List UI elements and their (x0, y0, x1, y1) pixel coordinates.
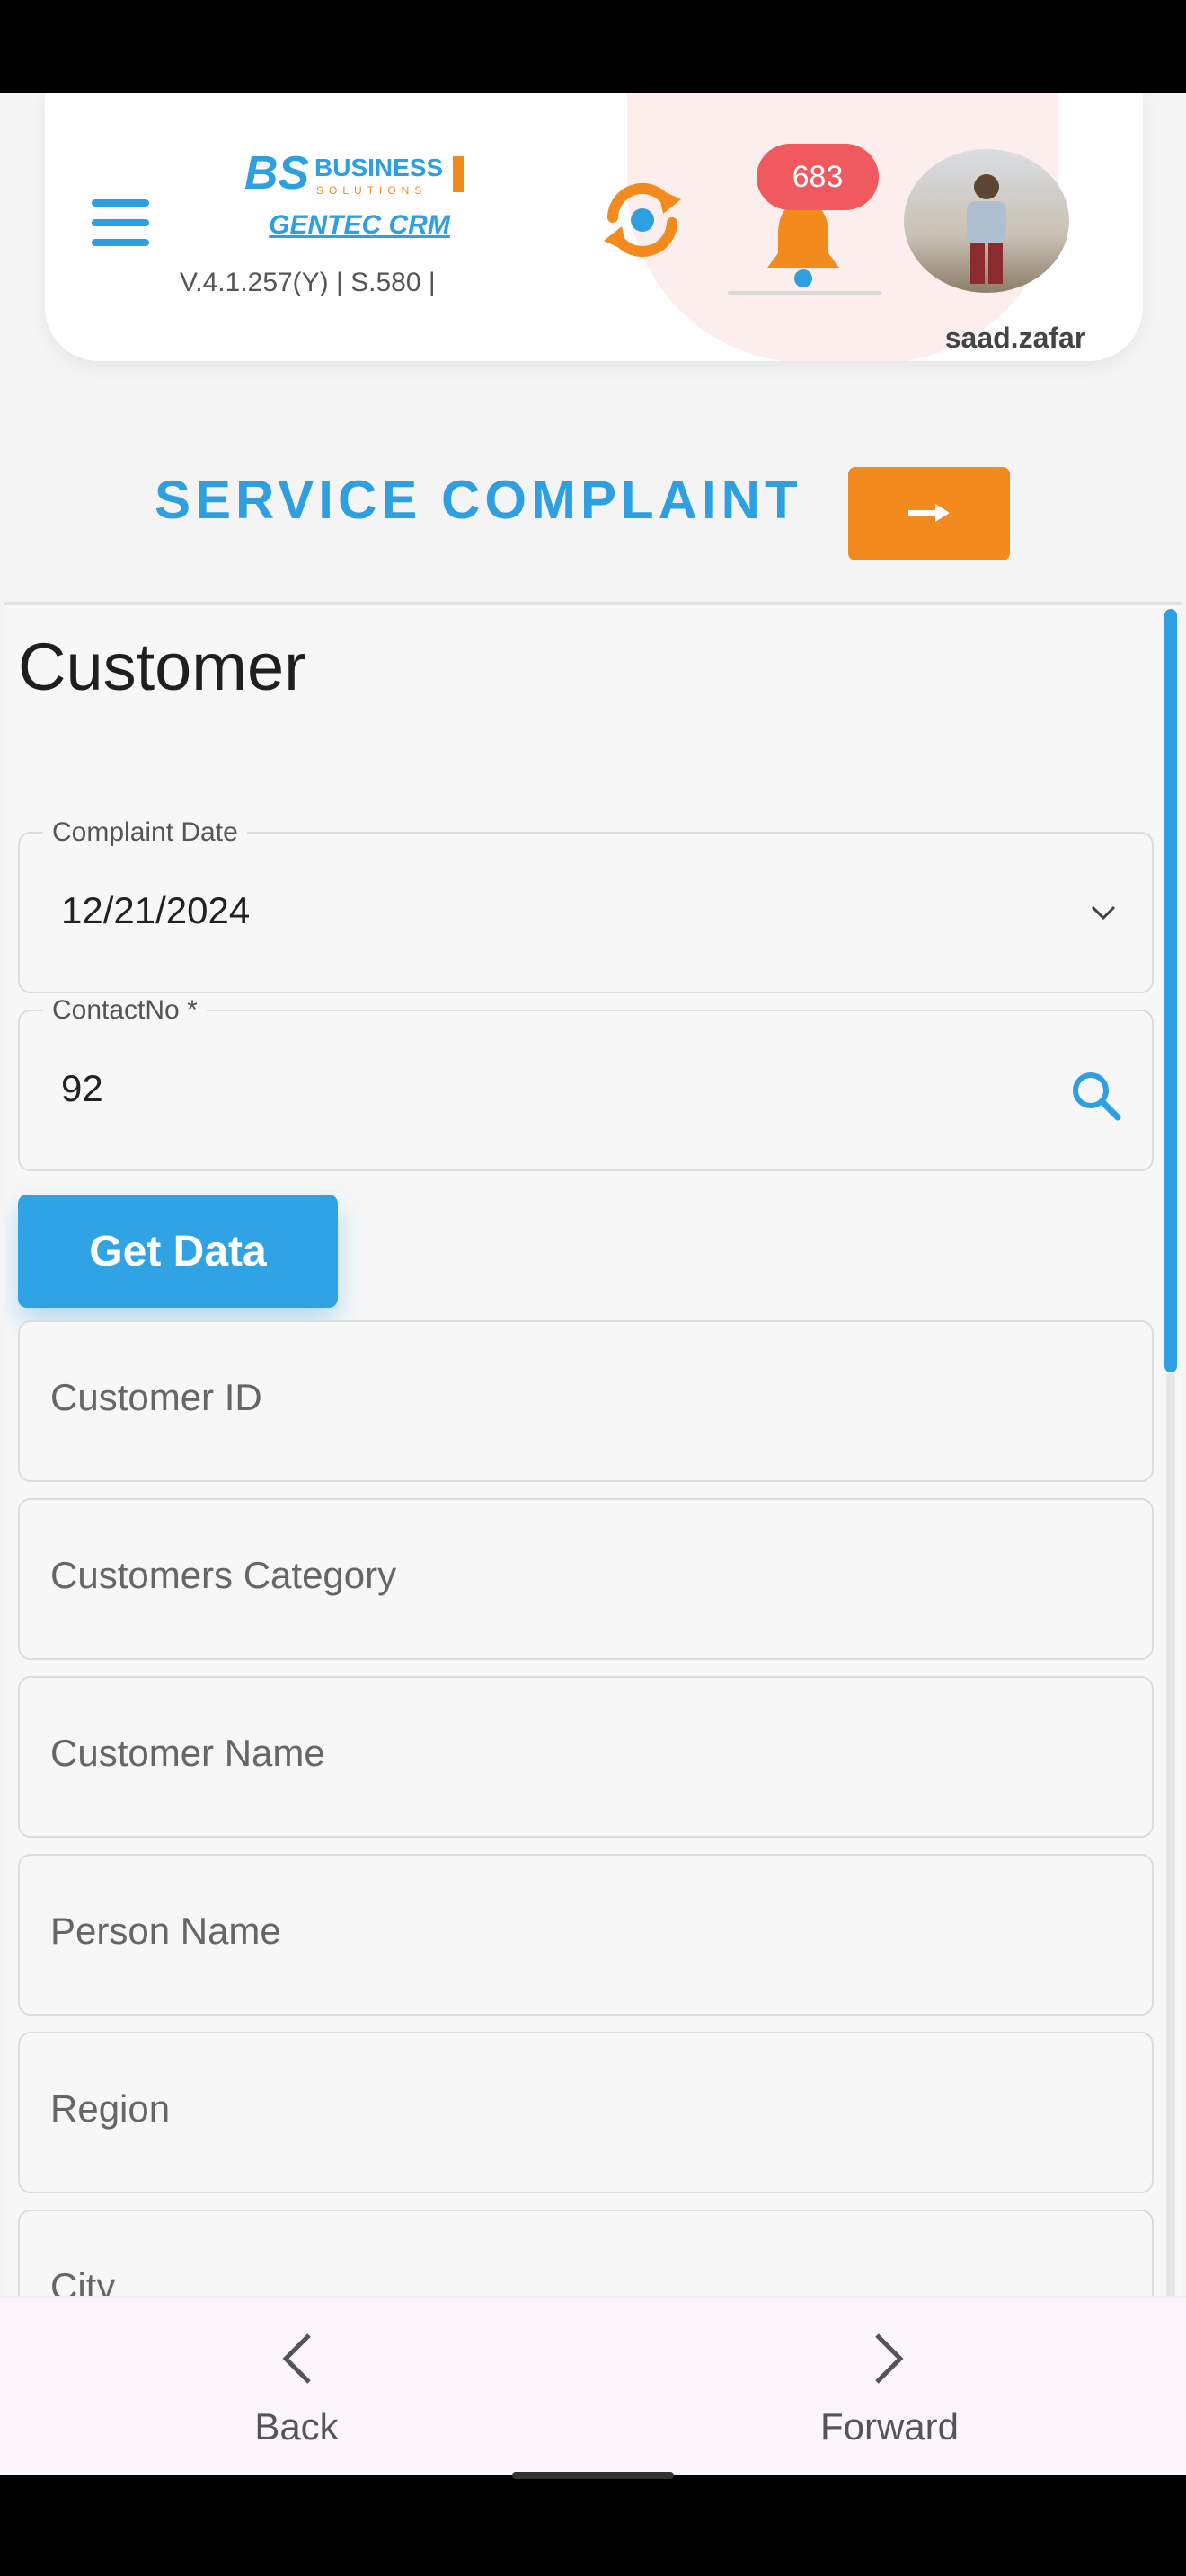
region-placeholder: Region (50, 2087, 171, 2130)
svg-text:SOLUTIONS: SOLUTIONS (316, 184, 427, 197)
customer-name-field[interactable]: Customer Name (18, 1676, 1154, 1838)
contact-no-label: ContactNo * (43, 995, 207, 1026)
search-icon[interactable] (1069, 1069, 1121, 1121)
menu-icon[interactable] (92, 199, 149, 250)
forward-label: Forward (819, 2405, 960, 2448)
scrollbar-thumb[interactable] (1164, 609, 1177, 1372)
app-screen: BS BUSINESS SOLUTIONS GENTEC CRM V.4.1.2… (0, 93, 1186, 2475)
scrollbar-track[interactable] (1166, 1372, 1175, 2362)
svg-text:BS: BS (244, 147, 310, 199)
forward-nav-button[interactable]: Forward (782, 2330, 997, 2448)
city-field[interactable]: City (18, 2210, 1154, 2303)
username: saad.zafar (944, 322, 1086, 354)
region-field[interactable]: Region (18, 2032, 1154, 2193)
bottom-nav: Back Forward (0, 2296, 1186, 2475)
app-name[interactable]: GENTEC CRM (225, 210, 494, 241)
sync-icon[interactable] (595, 172, 690, 268)
avatar[interactable] (904, 149, 1069, 293)
person-name-field[interactable]: Person Name (18, 1854, 1154, 2016)
customers-category-placeholder: Customers Category (50, 1554, 397, 1596)
complaint-date-field[interactable]: Complaint Date 12/21/2024 (18, 817, 1154, 993)
customer-id-placeholder: Customer ID (50, 1376, 262, 1418)
customer-form: Customer Complaint Date 12/21/2024 Conta… (4, 602, 1182, 2303)
customers-category-field[interactable]: Customers Category (18, 1498, 1154, 1660)
chevron-down-icon[interactable] (1087, 900, 1120, 927)
section-title: Customer (18, 630, 306, 704)
home-indicator[interactable] (512, 2472, 674, 2479)
version-text: V.4.1.257(Y) | S.580 | (180, 268, 436, 297)
arrow-right-icon (908, 503, 950, 522)
next-arrow-button[interactable] (848, 467, 1010, 560)
complaint-date-value: 12/21/2024 (61, 889, 251, 931)
page-title: SERVICE COMPLAINT (155, 470, 802, 530)
chevron-left-icon (282, 2333, 311, 2384)
contact-no-value: 92 (61, 1067, 103, 1109)
customer-name-placeholder: Customer Name (50, 1732, 325, 1774)
back-label: Back (254, 2405, 339, 2448)
contact-no-field[interactable]: ContactNo * 92 (18, 995, 1154, 1171)
get-data-button[interactable]: Get Data (18, 1195, 338, 1308)
person-name-placeholder: Person Name (50, 1910, 281, 1952)
business-solutions-logo: BS BUSINESS SOLUTIONS (244, 147, 464, 199)
divider (728, 291, 881, 295)
chevron-right-icon (875, 2333, 904, 2384)
notification-badge[interactable]: 683 (757, 144, 879, 210)
complaint-date-label: Complaint Date (43, 817, 247, 848)
customer-id-field[interactable]: Customer ID (18, 1320, 1154, 1482)
header-card: BS BUSINESS SOLUTIONS GENTEC CRM V.4.1.2… (45, 93, 1143, 361)
svg-text:BUSINESS: BUSINESS (314, 154, 443, 181)
back-nav-button[interactable]: Back (189, 2330, 404, 2448)
